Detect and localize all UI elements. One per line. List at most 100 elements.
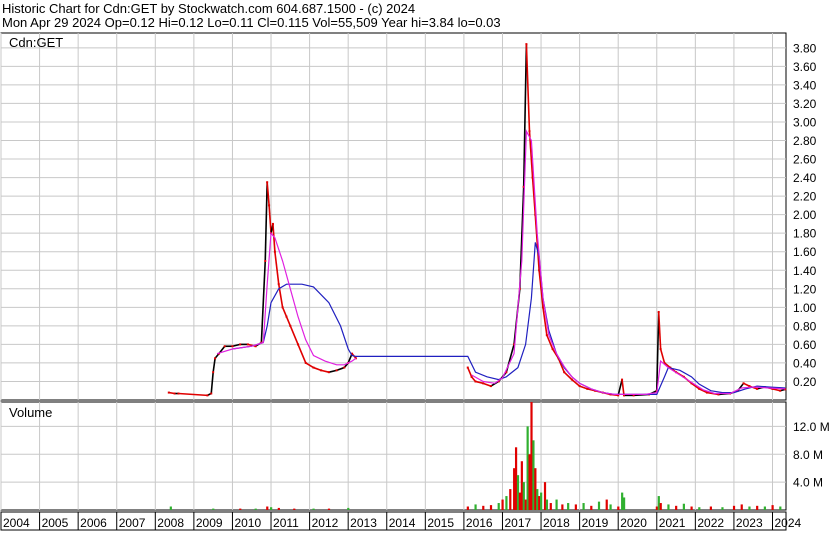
price-y-tick-labels: 0.20 0.40 0.60 0.80 1.00 1.20 1.40 1.60 1.80 2.00… bbox=[793, 41, 817, 389]
x-axis-year-label: 2016 bbox=[466, 516, 493, 530]
price-segment bbox=[274, 251, 280, 285]
x-axis-year-label: 2020 bbox=[620, 516, 647, 530]
price-y-tick-label: 0.40 bbox=[793, 356, 817, 370]
x-axis-year-label: 2012 bbox=[312, 516, 339, 530]
price-segment bbox=[210, 372, 214, 394]
volume-bar bbox=[555, 499, 558, 510]
price-segment bbox=[281, 307, 288, 317]
volume-bar bbox=[293, 508, 296, 510]
price-point bbox=[312, 366, 315, 369]
price-segment bbox=[482, 382, 492, 387]
price-panel: 0.20 0.40 0.60 0.80 1.00 1.20 1.40 1.60 1.80 2.00… bbox=[0, 32, 817, 401]
volume-panel: 4.0 M 8.0 M 12.0 M Volume bbox=[0, 401, 830, 511]
price-point bbox=[570, 378, 573, 381]
x-axis-year-label: 2017 bbox=[504, 516, 531, 530]
volume-bar bbox=[505, 496, 508, 510]
price-point bbox=[320, 369, 323, 372]
volume-bar bbox=[549, 503, 552, 510]
volume-bar bbox=[239, 508, 242, 510]
volume-bar bbox=[567, 503, 570, 510]
x-axis-year-label: 2013 bbox=[350, 516, 377, 530]
x-axis-year-label: 2011 bbox=[273, 516, 299, 530]
price-series-group bbox=[167, 43, 787, 397]
volume-bar bbox=[212, 508, 215, 510]
price-point bbox=[246, 343, 249, 346]
price-point bbox=[586, 387, 589, 390]
volume-plot-area bbox=[0, 401, 787, 511]
price-segment bbox=[264, 182, 268, 262]
price-point bbox=[223, 345, 226, 348]
volume-bar bbox=[732, 505, 736, 510]
price-y-tick-label: 0.60 bbox=[793, 338, 817, 352]
price-y-tick-label: 1.80 bbox=[793, 227, 817, 241]
price-y-tick-label: 3.20 bbox=[793, 97, 817, 111]
volume-bar bbox=[474, 504, 477, 510]
price-point bbox=[541, 306, 544, 309]
volume-bar bbox=[763, 506, 766, 510]
volume-bar bbox=[675, 505, 678, 510]
price-point bbox=[212, 371, 215, 374]
volume-bar bbox=[540, 492, 543, 510]
volume-bar bbox=[534, 468, 537, 510]
volume-bar bbox=[466, 506, 469, 510]
volume-bar bbox=[590, 505, 593, 510]
volume-bar bbox=[514, 447, 518, 510]
price-y-tick-label: 1.40 bbox=[793, 264, 817, 278]
volume-bar bbox=[748, 506, 751, 510]
price-point bbox=[466, 366, 469, 369]
x-axis-year-label: 2014 bbox=[389, 516, 416, 530]
price-point bbox=[474, 380, 477, 383]
x-axis-year-label: 2010 bbox=[234, 516, 261, 530]
volume-bar bbox=[655, 506, 658, 510]
volume-bar bbox=[582, 503, 585, 510]
price-point bbox=[304, 361, 307, 364]
price-point bbox=[289, 324, 292, 327]
x-axis-year-label: 2004 bbox=[3, 516, 30, 530]
volume-bar bbox=[266, 506, 269, 510]
price-y-tick-label: 1.60 bbox=[793, 245, 817, 259]
volume-bar bbox=[779, 506, 782, 510]
volume-bar bbox=[597, 501, 601, 510]
volume-bar bbox=[312, 508, 315, 510]
price-y-tick-label: 1.00 bbox=[793, 301, 817, 315]
price-segment bbox=[525, 44, 531, 132]
volume-bar bbox=[682, 503, 685, 510]
volume-bar bbox=[709, 506, 712, 510]
price-y-tick-label: 2.60 bbox=[793, 153, 817, 167]
price-point bbox=[277, 283, 280, 286]
price-y-tick-label: 0.20 bbox=[793, 375, 817, 389]
volume-bar bbox=[277, 507, 280, 510]
x-axis-year-label: 2007 bbox=[119, 516, 146, 530]
price-point bbox=[335, 369, 338, 372]
volume-bar bbox=[536, 489, 539, 510]
price-point bbox=[525, 43, 528, 46]
volume-bar bbox=[501, 499, 504, 510]
price-segment bbox=[178, 392, 208, 397]
price-y-tick-label: 2.80 bbox=[793, 134, 817, 148]
price-point bbox=[264, 259, 267, 262]
price-point bbox=[214, 357, 217, 360]
volume-bar bbox=[532, 440, 535, 510]
price-point bbox=[231, 345, 234, 348]
price-point bbox=[545, 334, 548, 337]
price-y-tick-label: 1.20 bbox=[793, 282, 817, 296]
price-segment bbox=[320, 369, 330, 373]
volume-bar bbox=[347, 507, 350, 510]
price-point bbox=[742, 382, 745, 385]
moving-average-long-line bbox=[232, 242, 786, 395]
price-point bbox=[489, 385, 492, 388]
price-y-tick-label: 2.40 bbox=[793, 171, 817, 185]
volume-y-tick-label: 4.0 M bbox=[793, 476, 823, 490]
price-point bbox=[239, 343, 242, 346]
price-segment bbox=[621, 379, 625, 396]
volume-bar bbox=[561, 504, 564, 510]
price-segment bbox=[467, 367, 473, 378]
volume-y-tick-label: 8.0 M bbox=[793, 448, 823, 462]
x-axis-year-label: 2009 bbox=[196, 516, 223, 530]
volume-bar bbox=[771, 505, 774, 510]
price-point bbox=[167, 391, 170, 394]
price-y-tick-label: 3.80 bbox=[793, 41, 817, 55]
x-axis-year-label: 2023 bbox=[736, 516, 763, 530]
volume-bar bbox=[489, 505, 493, 510]
volume-bar bbox=[605, 499, 608, 510]
